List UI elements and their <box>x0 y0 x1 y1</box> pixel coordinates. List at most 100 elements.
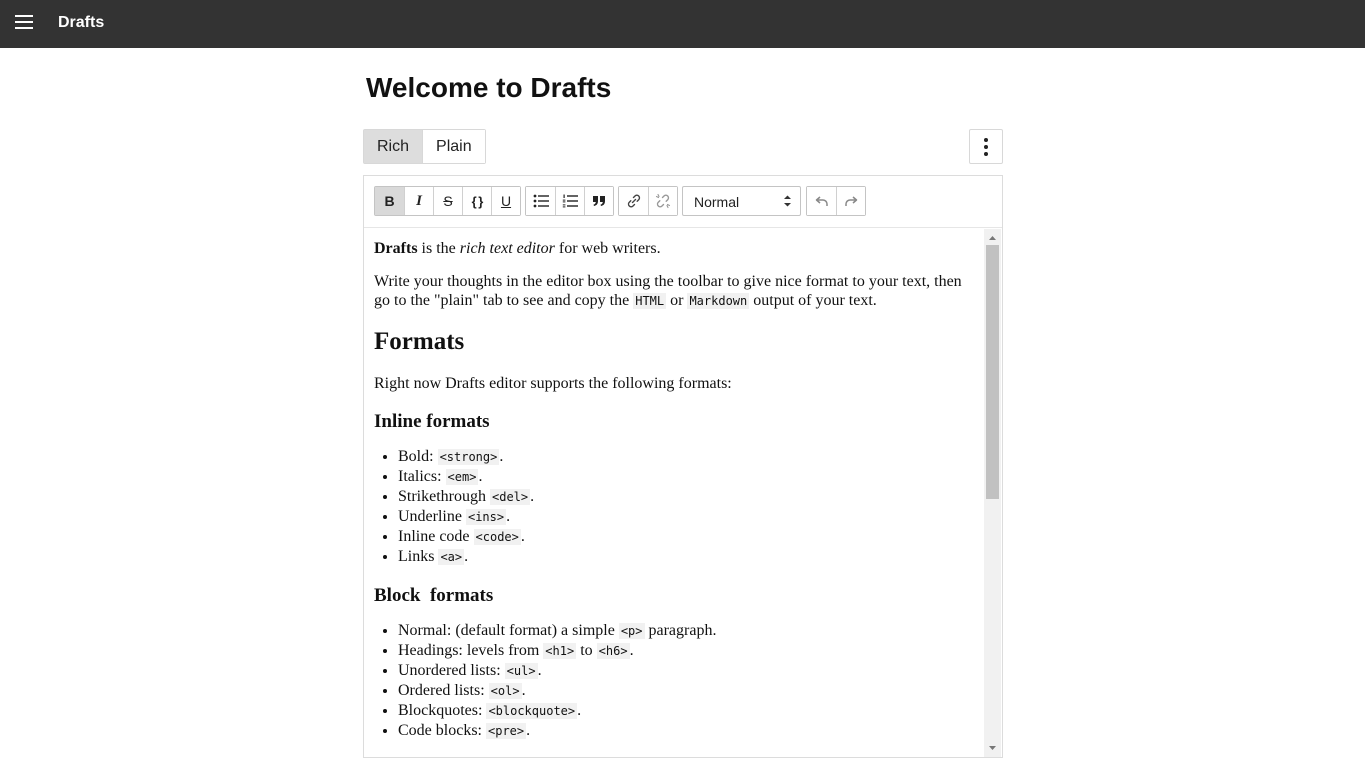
editor-content[interactable]: Drafts is the rich text editor for web w… <box>364 229 984 757</box>
item-end: . <box>577 702 582 719</box>
unlink-icon <box>655 193 671 209</box>
list-item: Unordered lists: <ul>. <box>398 661 974 681</box>
item-code: <em> <box>445 469 479 485</box>
blockquote-button[interactable] <box>584 187 613 215</box>
page-title: Welcome to Drafts <box>366 72 612 103</box>
item-code: <ul> <box>504 663 538 679</box>
list-item: Code blocks: <pre>. <box>398 721 974 741</box>
editor-toolbar: B I S { } U Normal <box>364 176 1002 228</box>
scroll-down-arrow-icon[interactable] <box>984 741 1001 755</box>
item-code: <blockquote> <box>486 703 578 719</box>
app-title: Drafts <box>58 14 105 31</box>
hamburger-icon[interactable] <box>15 15 33 29</box>
bold-icon: B <box>384 193 395 209</box>
italic-icon: I <box>416 192 422 209</box>
undo-icon <box>815 196 828 206</box>
inline-formats-list: Bold: <strong>. Italics: <em>. Strikethr… <box>374 447 974 567</box>
intro-italic: rich text editor <box>459 240 555 257</box>
editor-scrollbar[interactable] <box>984 229 1001 757</box>
link-button[interactable] <box>619 187 648 215</box>
more-options-button[interactable] <box>969 129 1003 164</box>
inline-formats-heading: Inline formats <box>374 411 490 432</box>
item-code: <a> <box>438 549 465 565</box>
block-format-value: Normal <box>694 194 740 210</box>
intro-bold: Drafts <box>374 240 418 257</box>
item-code: <code> <box>473 529 521 545</box>
item-label: Code blocks: <box>398 722 486 739</box>
item-code: <strong> <box>437 449 500 465</box>
list-item: Bold: <strong>. <box>398 447 974 467</box>
code-icon: { } <box>471 193 484 209</box>
underline-icon: U <box>500 193 512 209</box>
bold-button[interactable]: B <box>375 187 404 215</box>
item-end: . <box>530 488 535 505</box>
intro-text-end: for web writers. <box>554 240 661 257</box>
tab-rich[interactable]: Rich <box>364 130 423 163</box>
redo-button[interactable] <box>836 187 865 215</box>
list-item: Underline <ins>. <box>398 507 974 527</box>
item-label: Unordered lists: <box>398 662 505 679</box>
block-formats-heading: Block formats <box>374 585 494 606</box>
unlink-button[interactable] <box>648 187 677 215</box>
item-end: . <box>478 468 483 485</box>
editor-mode-tabs: Rich Plain <box>363 129 486 164</box>
item-end: . <box>499 448 504 465</box>
intro-paragraph: Drafts is the rich text editor for web w… <box>374 239 974 258</box>
item-code: <pre> <box>486 723 527 739</box>
item-code: <ins> <box>465 509 507 525</box>
numbered-list-icon <box>562 194 578 208</box>
markdown-code: Markdown <box>687 293 750 309</box>
item-label: Strikethrough <box>398 488 490 505</box>
block-format-select[interactable]: Normal <box>682 186 801 216</box>
select-arrows-icon <box>784 195 791 207</box>
item-end: . <box>520 528 525 545</box>
history-group <box>806 186 866 216</box>
item-label: Italics: <box>398 468 446 485</box>
link-group <box>618 186 678 216</box>
list-item: Strikethrough <del>. <box>398 487 974 507</box>
undo-button[interactable] <box>807 187 836 215</box>
list-item: Links <a>. <box>398 547 974 567</box>
link-icon <box>627 194 640 208</box>
list-item: Inline code <code>. <box>398 527 974 547</box>
intro-text: is the <box>417 240 460 257</box>
list-item: Normal: (default format) a simple <p> pa… <box>398 621 974 641</box>
item-end: paragraph. <box>644 622 717 639</box>
item-end: . <box>464 548 469 565</box>
italic-button[interactable]: I <box>404 187 433 215</box>
list-item: Blockquotes: <blockquote>. <box>398 701 974 721</box>
app-bar: Drafts <box>0 0 1365 48</box>
instructions-or: or <box>666 292 688 309</box>
item-end: . <box>629 642 634 659</box>
item-label: Bold: <box>398 448 438 465</box>
item-end: . <box>537 662 542 679</box>
bulleted-list-icon <box>533 194 549 208</box>
item-label: Inline code <box>398 528 474 545</box>
item-label: Headings: levels from <box>398 642 544 659</box>
scrollbar-thumb[interactable] <box>986 245 999 499</box>
redo-icon <box>845 196 858 206</box>
item-end: . <box>506 508 511 525</box>
item-mid: to <box>576 642 597 659</box>
tab-plain[interactable]: Plain <box>422 130 485 163</box>
inline-format-group: B I S { } U <box>374 186 521 216</box>
bullet-list-button[interactable] <box>526 187 555 215</box>
rich-editor: B I S { } U Normal Drafts is the rich te… <box>363 175 1003 758</box>
scroll-up-arrow-icon[interactable] <box>984 231 1001 245</box>
numbered-list-button[interactable] <box>555 187 584 215</box>
strikethrough-button[interactable]: S <box>433 187 462 215</box>
vertical-dots-icon <box>984 136 988 157</box>
quote-icon <box>593 196 605 206</box>
formats-paragraph: Right now Drafts editor supports the fol… <box>374 375 732 392</box>
item-label: Normal: (default format) a simple <box>398 622 619 639</box>
block-formats-list: Normal: (default format) a simple <p> pa… <box>374 621 974 741</box>
item-code: <ol> <box>488 683 522 699</box>
underline-button[interactable]: U <box>491 187 520 215</box>
item-label: Ordered lists: <box>398 682 489 699</box>
item-end: . <box>521 682 526 699</box>
item-code: <p> <box>618 623 645 639</box>
inline-code-button[interactable]: { } <box>462 187 491 215</box>
strikethrough-icon: S <box>443 193 453 209</box>
html-code: HTML <box>633 293 667 309</box>
item-end: . <box>526 722 531 739</box>
